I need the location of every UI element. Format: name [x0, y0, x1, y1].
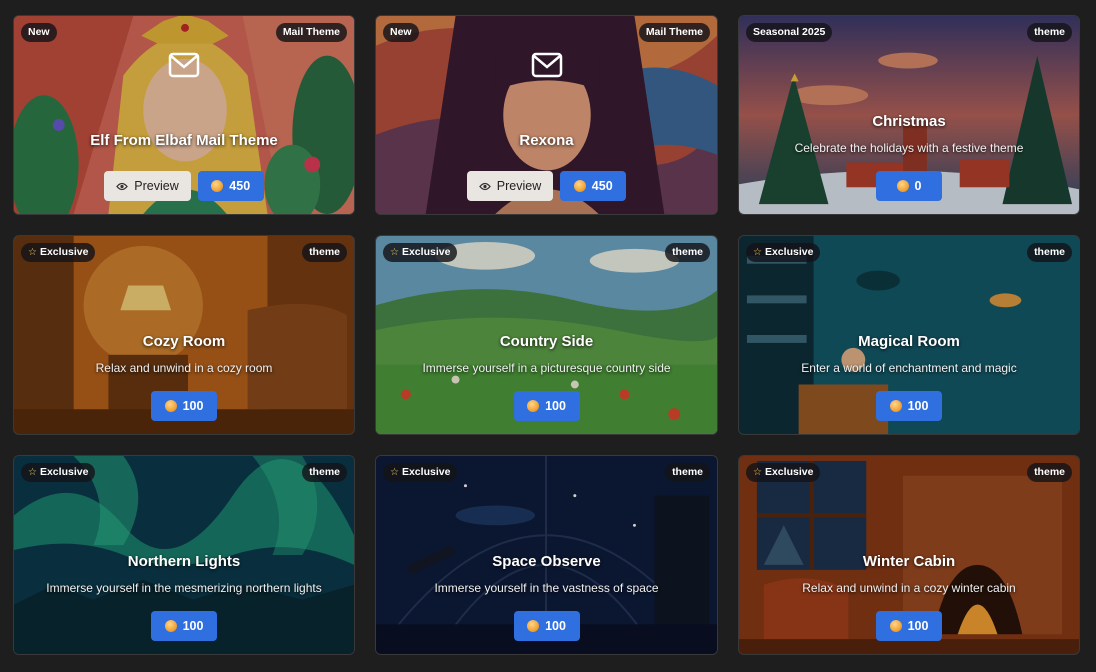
card-actions: 100 — [739, 391, 1079, 421]
exclusive-badge: ☆ Exclusive — [383, 463, 458, 482]
coin-icon — [211, 180, 224, 192]
star-icon: ☆ — [390, 247, 399, 258]
card-title: Christmas — [872, 113, 946, 130]
type-badge: theme — [1027, 23, 1072, 42]
card-title: Winter Cabin — [862, 553, 956, 570]
exclusive-badge: ☆ Exclusive — [383, 243, 458, 262]
card-title: Rexona — [519, 132, 574, 149]
theme-card-magical-room[interactable]: ☆ Exclusive theme Magical Room Enter a wo… — [738, 235, 1080, 435]
price-button[interactable]: 0 — [876, 171, 942, 201]
card-actions: 0 — [739, 171, 1079, 201]
card-actions: 100 — [14, 391, 354, 421]
seasonal-badge: Seasonal 2025 — [746, 23, 833, 42]
price-value: 100 — [182, 619, 204, 633]
new-badge: New — [21, 23, 57, 42]
mail-icon — [531, 52, 562, 78]
coin-icon — [573, 180, 586, 192]
coin-icon — [164, 400, 177, 412]
theme-card-space-observe[interactable]: ☆ Exclusive theme Space Observe Immerse y… — [375, 455, 718, 655]
price-button[interactable]: 100 — [876, 611, 942, 641]
theme-card-winter-cabin[interactable]: ☆ Exclusive theme Winter Cabin Relax and … — [738, 455, 1080, 655]
price-value: 100 — [907, 399, 929, 413]
card-actions: 100 — [376, 611, 717, 641]
star-icon: ☆ — [390, 467, 399, 478]
price-button[interactable]: 100 — [151, 391, 217, 421]
card-title: Northern Lights — [127, 553, 241, 570]
coin-icon — [527, 400, 540, 412]
card-actions: 100 — [14, 611, 354, 641]
type-badge: theme — [302, 463, 347, 482]
card-actions: Preview 450 — [376, 171, 717, 201]
theme-card-country-side[interactable]: ☆ Exclusive theme Country Side Immerse yo… — [375, 235, 718, 435]
type-badge: theme — [665, 463, 710, 482]
card-actions: 100 — [376, 391, 717, 421]
type-badge: theme — [665, 243, 710, 262]
card-description: Immerse yourself in a picturesque countr… — [422, 361, 671, 375]
card-title: Space Observe — [492, 553, 601, 570]
price-button[interactable]: 450 — [197, 171, 264, 201]
card-actions: 100 — [739, 611, 1079, 641]
card-title: Cozy Room — [142, 333, 226, 350]
price-value: 0 — [914, 179, 922, 193]
coin-icon — [164, 620, 177, 632]
theme-card-elf[interactable]: New Mail Theme Elf From Elbaf Mail Theme… — [13, 15, 355, 215]
type-badge: theme — [1027, 463, 1072, 482]
card-description: Immerse yourself in the vastness of spac… — [434, 581, 659, 595]
star-icon: ☆ — [28, 467, 37, 478]
theme-grid: New Mail Theme Elf From Elbaf Mail Theme… — [13, 15, 1080, 655]
price-value: 100 — [545, 399, 566, 413]
price-value: 450 — [591, 179, 613, 193]
coin-icon — [527, 620, 540, 632]
card-title: Magical Room — [858, 333, 960, 350]
preview-label: Preview — [134, 179, 179, 193]
theme-card-cozy-room[interactable]: ☆ Exclusive theme Cozy Room Relax and unw… — [13, 235, 355, 435]
price-button[interactable]: 450 — [560, 171, 627, 201]
preview-button[interactable]: Preview — [104, 171, 191, 201]
price-value: 100 — [182, 399, 204, 413]
theme-card-christmas[interactable]: Seasonal 2025 theme Christmas Celebrate … — [738, 15, 1080, 215]
card-description: Relax and unwind in a cozy room — [95, 361, 273, 375]
eye-icon — [478, 182, 491, 190]
exclusive-badge: ☆ Exclusive — [746, 243, 821, 262]
card-description: Immerse yourself in the mesmerizing nort… — [46, 581, 322, 595]
star-icon: ☆ — [28, 247, 37, 258]
card-description: Relax and unwind in a cozy winter cabin — [802, 581, 1016, 595]
type-badge: Mail Theme — [638, 23, 710, 42]
price-value: 100 — [907, 619, 929, 633]
price-value: 450 — [229, 179, 251, 193]
price-button[interactable]: 100 — [513, 611, 580, 641]
type-badge: theme — [1027, 243, 1072, 262]
exclusive-badge: ☆ Exclusive — [21, 463, 96, 482]
exclusive-badge: ☆ Exclusive — [21, 243, 96, 262]
eye-icon — [116, 182, 129, 190]
card-title: Country Side — [499, 333, 594, 350]
exclusive-badge: ☆ Exclusive — [746, 463, 821, 482]
star-icon: ☆ — [753, 467, 762, 478]
coin-icon — [889, 400, 902, 412]
type-badge: Mail Theme — [275, 23, 347, 42]
new-badge: New — [383, 23, 419, 42]
price-button[interactable]: 100 — [151, 611, 217, 641]
card-description: Enter a world of enchantment and magic — [801, 361, 1017, 375]
price-value: 100 — [545, 619, 566, 633]
price-button[interactable]: 100 — [513, 391, 580, 421]
coin-icon — [896, 180, 909, 192]
card-description: Celebrate the holidays with a festive th… — [794, 141, 1024, 155]
card-title: Elf From Elbaf Mail Theme — [90, 132, 278, 149]
card-actions: Preview 450 — [14, 171, 354, 201]
coin-icon — [889, 620, 902, 632]
preview-button[interactable]: Preview — [466, 171, 554, 201]
theme-card-rexona[interactable]: New Mail Theme Rexona Preview 450 — [375, 15, 718, 215]
type-badge: theme — [302, 243, 347, 262]
price-button[interactable]: 100 — [876, 391, 942, 421]
mail-icon — [168, 52, 200, 78]
theme-card-northern-lights[interactable]: ☆ Exclusive theme Northern Lights Immerse… — [13, 455, 355, 655]
preview-label: Preview — [496, 179, 542, 193]
star-icon: ☆ — [753, 247, 762, 258]
